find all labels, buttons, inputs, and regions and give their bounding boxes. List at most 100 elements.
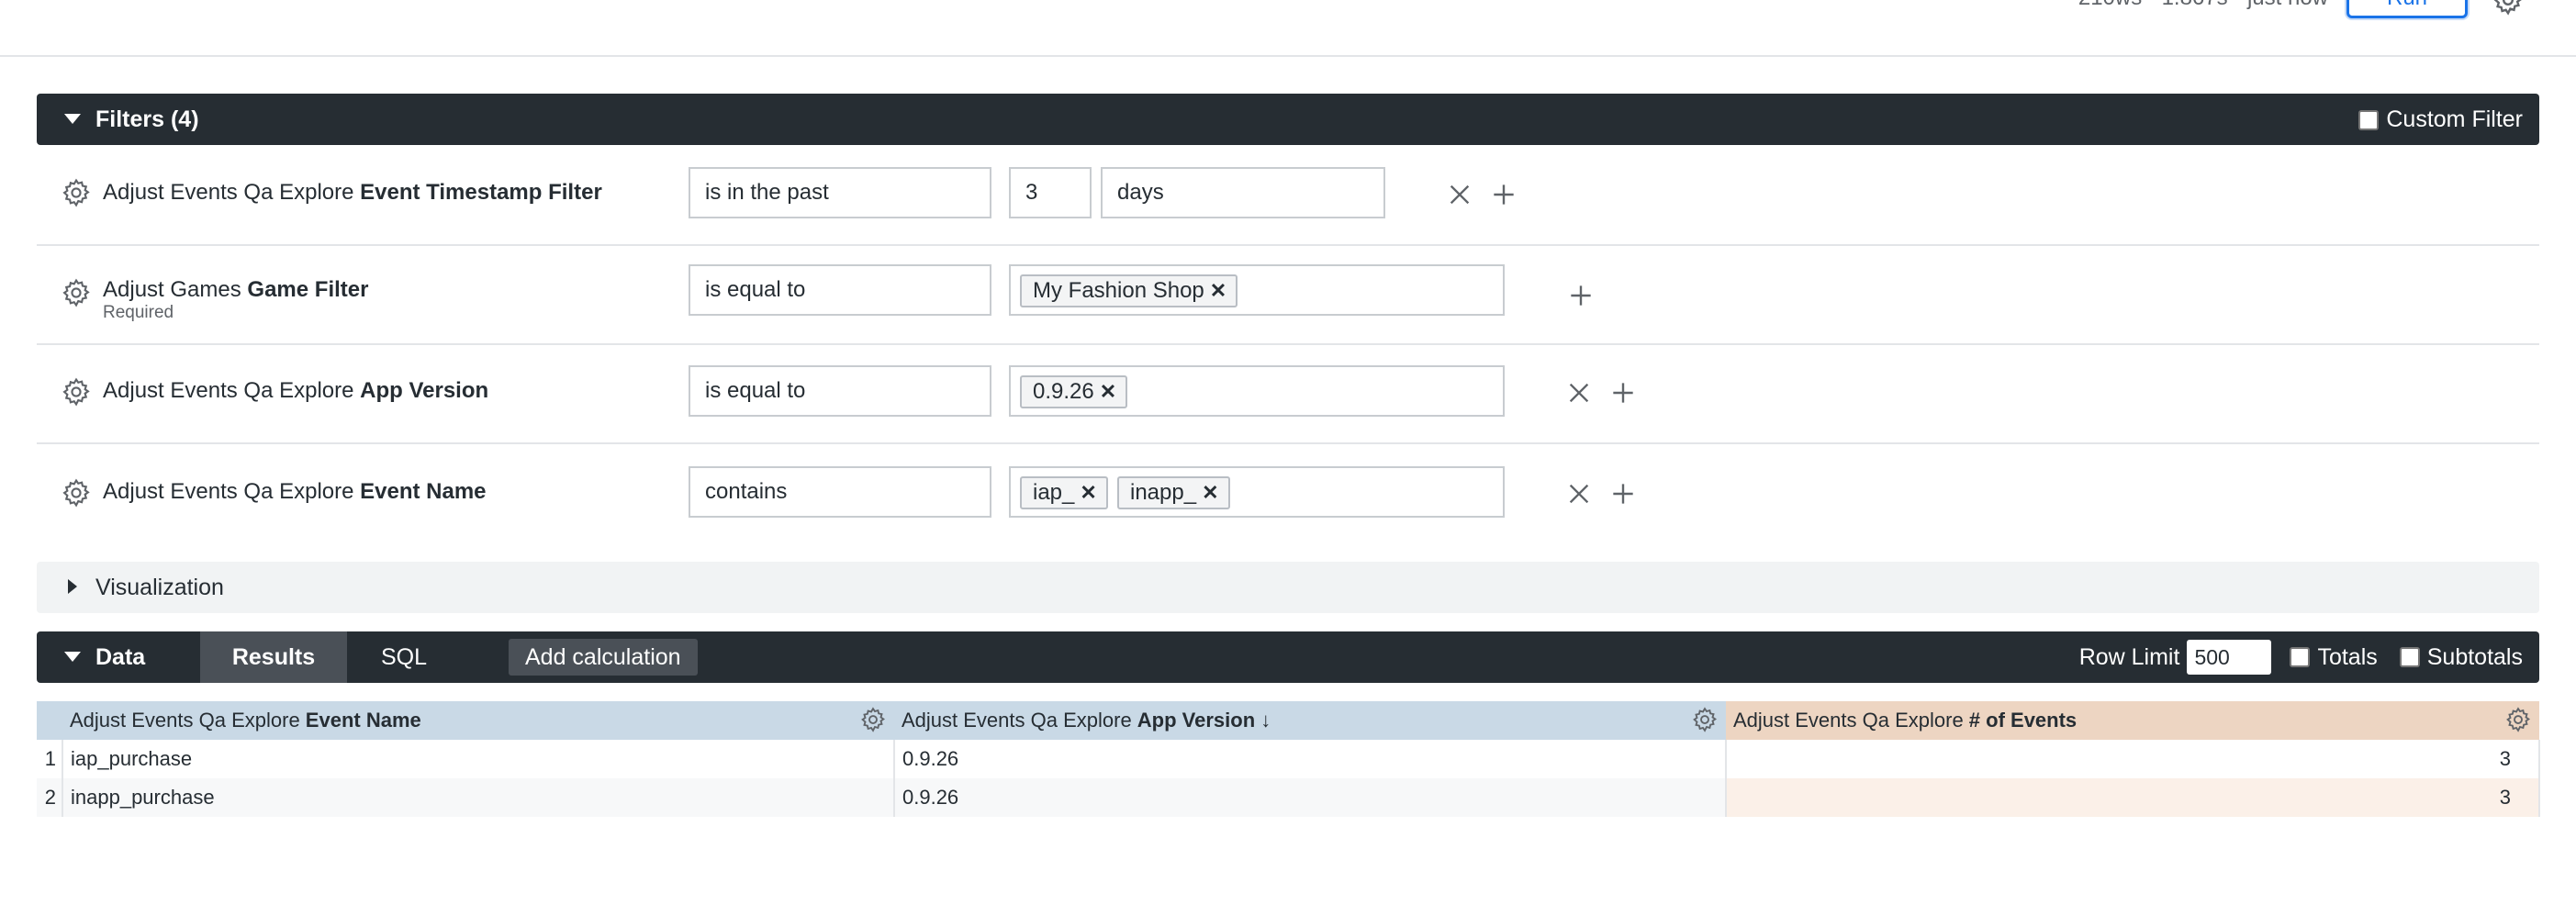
row-index: 2 <box>37 778 63 817</box>
row-index: 1 <box>37 740 63 778</box>
plus-icon[interactable] <box>1489 180 1518 209</box>
custom-filter-toggle[interactable]: Custom Filter <box>2358 106 2523 133</box>
value-chip[interactable]: 0.9.26 ✕ <box>1020 375 1128 408</box>
caret-down-icon <box>64 114 81 124</box>
visualization-header[interactable]: Visualization <box>37 562 2539 613</box>
data-header: Data Results SQL Add calculation Row Lim… <box>37 631 2539 683</box>
column-field-label: # of Events <box>1968 709 2078 732</box>
gear-icon[interactable] <box>61 477 92 508</box>
chip-label: My Fashion Shop <box>1033 278 1204 303</box>
column-view-label: Adjust Events Qa Explore <box>902 709 1137 732</box>
gear-icon[interactable] <box>2492 0 2525 17</box>
totals-label: Totals <box>2317 643 2378 670</box>
totals-checkbox[interactable] <box>2290 647 2311 667</box>
cell-event-count[interactable]: 3 <box>1726 778 2540 817</box>
custom-filter-checkbox[interactable] <box>2358 109 2380 130</box>
sort-desc-icon: ↓ <box>1260 709 1271 732</box>
cell-event-count[interactable]: 3 <box>1726 740 2540 778</box>
filter-label: Adjust Events Qa Explore App Version <box>103 378 488 404</box>
chip-label: iap_ <box>1033 480 1075 505</box>
value-tag-input[interactable]: iap_ ✕ inapp_ ✕ <box>1009 466 1505 518</box>
filter-label-field: Game Filter <box>247 277 369 302</box>
run-button[interactable]: Run <box>2346 0 2468 18</box>
column-header-app-version[interactable]: Adjust Events Qa Explore App Version ↓ <box>894 701 1726 740</box>
caret-down-icon[interactable] <box>64 652 81 662</box>
filter-label: Adjust Events Qa Explore Event Timestamp… <box>103 180 602 206</box>
filter-label: Adjust Events Qa Explore Event Name <box>103 479 487 505</box>
unit-select[interactable]: days <box>1101 167 1385 218</box>
custom-filter-label: Custom Filter <box>2386 106 2523 132</box>
close-icon[interactable] <box>1445 180 1474 209</box>
table-header-row: Adjust Events Qa Explore Event Name Adju… <box>37 701 2539 740</box>
operator-select[interactable]: contains <box>689 466 991 518</box>
filter-label-view: Adjust Events Qa Explore <box>103 180 361 205</box>
filter-label-view: Adjust Events Qa Explore <box>103 479 361 504</box>
table-row: 2 inapp_purchase 0.9.26 3 <box>37 778 2540 817</box>
top-toolbar: 210ws · 1.867s · just now Run <box>0 0 2576 57</box>
column-view-label: Adjust Events Qa Explore <box>70 709 306 732</box>
remove-chip-icon[interactable]: ✕ <box>1210 279 1226 302</box>
results-table: Adjust Events Qa Explore Event Name Adju… <box>37 701 2540 817</box>
filters-title: Filters (4) <box>95 106 199 132</box>
gear-icon[interactable] <box>61 177 92 208</box>
chip-label: inapp_ <box>1130 480 1197 505</box>
plus-icon[interactable] <box>1566 281 1596 310</box>
column-field-label: Event Name <box>305 709 421 732</box>
gear-icon[interactable] <box>1691 706 1719 733</box>
cell-event-name[interactable]: inapp_purchase <box>62 778 895 817</box>
subtotals-label: Subtotals <box>2426 643 2523 670</box>
value-tag-input[interactable]: My Fashion Shop ✕ <box>1009 264 1505 316</box>
query-status: 210ws · 1.867s · just now <box>2078 0 2328 11</box>
row-limit-input[interactable]: 500 <box>2187 640 2272 675</box>
tab-sql[interactable]: SQL <box>358 631 450 683</box>
column-header-event-count[interactable]: Adjust Events Qa Explore # of Events <box>1726 701 2539 740</box>
filter-row-game: Adjust Games Game Filter Required is equ… <box>37 244 2539 345</box>
gear-icon[interactable] <box>2504 706 2532 733</box>
subtotals-checkbox[interactable] <box>2399 647 2420 667</box>
value-chip[interactable]: inapp_ ✕ <box>1117 476 1230 509</box>
required-note: Required <box>103 303 174 322</box>
tab-results[interactable]: Results <box>200 631 347 683</box>
value-tag-input[interactable]: 0.9.26 ✕ <box>1009 365 1505 417</box>
column-header-event-name[interactable]: Adjust Events Qa Explore Event Name <box>62 701 894 740</box>
operator-select[interactable]: is equal to <box>689 264 991 316</box>
operator-select[interactable]: is equal to <box>689 365 991 417</box>
remove-chip-icon[interactable]: ✕ <box>1100 380 1116 403</box>
gear-icon[interactable] <box>859 706 887 733</box>
cell-app-version[interactable]: 0.9.26 <box>894 740 1727 778</box>
filter-row-app-version: Adjust Events Qa Explore App Version is … <box>37 343 2539 444</box>
filter-label: Adjust Games Game Filter <box>103 277 368 303</box>
data-options: Row Limit 500 Totals Subtotals <box>2079 640 2523 675</box>
caret-right-icon <box>68 579 77 594</box>
column-field-label: App Version <box>1137 709 1256 732</box>
add-calculation-button[interactable]: Add calculation <box>509 639 698 676</box>
cell-event-name[interactable]: iap_purchase <box>62 740 895 778</box>
filter-label-view: Adjust Games <box>103 277 248 302</box>
value-chip[interactable]: iap_ ✕ <box>1020 476 1108 509</box>
filter-label-field: Event Name <box>360 479 487 504</box>
close-icon[interactable] <box>1564 479 1594 508</box>
data-title[interactable]: Data <box>95 644 145 671</box>
plus-icon[interactable] <box>1608 479 1638 508</box>
cell-app-version[interactable]: 0.9.26 <box>894 778 1727 817</box>
table-row: 1 iap_purchase 0.9.26 3 <box>37 740 2540 778</box>
row-limit-label: Row Limit <box>2078 643 2180 670</box>
chip-label: 0.9.26 <box>1033 379 1094 404</box>
gear-icon[interactable] <box>61 277 92 308</box>
filter-label-field: App Version <box>360 378 489 403</box>
filter-label-view: Adjust Events Qa Explore <box>103 378 361 403</box>
plus-icon[interactable] <box>1608 378 1638 408</box>
value-input[interactable]: 3 <box>1009 167 1092 218</box>
filters-header[interactable]: Filters (4) Custom Filter <box>37 94 2539 145</box>
close-icon[interactable] <box>1564 378 1594 408</box>
remove-chip-icon[interactable]: ✕ <box>1202 481 1218 504</box>
filter-row-event-name: Adjust Events Qa Explore Event Name cont… <box>37 442 2539 542</box>
filter-label-field: Event Timestamp Filter <box>360 180 602 205</box>
operator-select[interactable]: is in the past <box>689 167 991 218</box>
gear-icon[interactable] <box>61 376 92 408</box>
column-view-label: Adjust Events Qa Explore <box>1733 709 1969 732</box>
visualization-title: Visualization <box>95 575 224 600</box>
value-chip[interactable]: My Fashion Shop ✕ <box>1020 274 1238 307</box>
remove-chip-icon[interactable]: ✕ <box>1080 481 1096 504</box>
row-index-header <box>37 701 62 740</box>
